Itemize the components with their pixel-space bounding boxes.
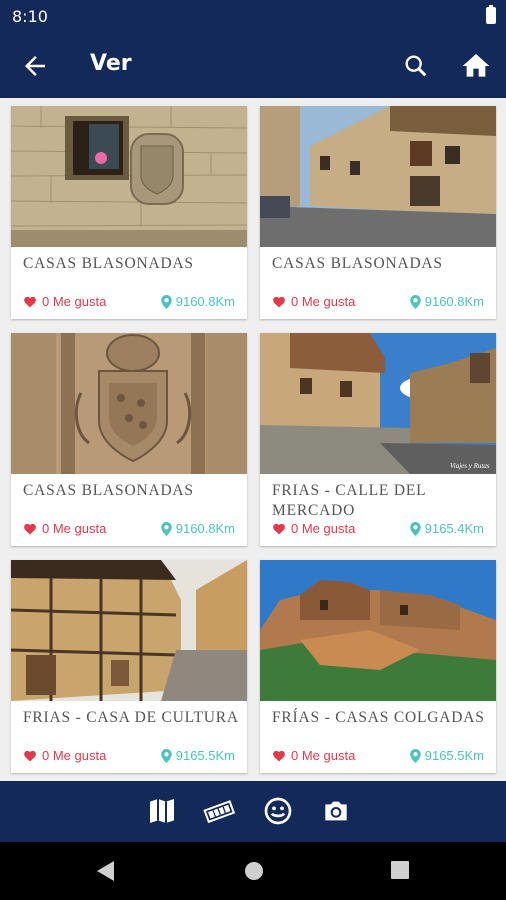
smiley-icon[interactable] bbox=[261, 795, 295, 827]
heart-icon bbox=[273, 750, 285, 762]
likes-count[interactable]: 0 Me gusta bbox=[23, 521, 106, 536]
likes-count[interactable]: 0 Me gusta bbox=[23, 748, 106, 763]
place-card[interactable]: Viajes y Rutas FRIAS - CALLE DEL MERCADO… bbox=[260, 333, 496, 546]
back-arrow-icon[interactable] bbox=[20, 51, 50, 81]
place-photo bbox=[11, 560, 247, 701]
nav-back-icon[interactable] bbox=[97, 861, 115, 881]
places-grid: CASAS BLASONADAS 0 Me gusta 9160.8Km CAS… bbox=[0, 98, 506, 781]
distance-label: 9160.8Km bbox=[424, 294, 484, 309]
place-title: FRÍAS - CASAS COLGADAS bbox=[272, 709, 485, 726]
system-nav-bar bbox=[0, 842, 506, 900]
place-title: FRIAS - CASA DE CULTURA bbox=[23, 709, 239, 726]
place-card[interactable]: CASAS BLASONADAS 0 Me gusta 9160.8Km bbox=[11, 333, 247, 546]
distance-label: 9160.8Km bbox=[175, 521, 235, 536]
place-photo bbox=[11, 333, 247, 474]
likes-label: 0 Me gusta bbox=[291, 294, 356, 309]
likes-count[interactable]: 0 Me gusta bbox=[272, 748, 355, 763]
location-pin-icon bbox=[409, 294, 421, 309]
distance: 9165.5Km bbox=[409, 748, 484, 763]
place-title: CASAS BLASONADAS bbox=[272, 255, 443, 272]
status-time: 8:10 bbox=[12, 7, 48, 26]
place-card[interactable]: FRÍAS - CASAS COLGADAS 0 Me gusta 9165.5… bbox=[260, 560, 496, 773]
nav-home-icon[interactable] bbox=[244, 861, 264, 881]
distance-label: 9165.4Km bbox=[424, 521, 484, 536]
map-icon[interactable] bbox=[145, 795, 179, 827]
photo-caption: Viajes y Rutas bbox=[450, 462, 490, 470]
place-title: CASAS BLASONADAS bbox=[23, 255, 194, 272]
bottom-toolbar bbox=[0, 781, 506, 842]
distance: 9160.8Km bbox=[409, 294, 484, 309]
search-icon[interactable] bbox=[402, 52, 430, 80]
ticket-icon[interactable] bbox=[202, 795, 236, 827]
home-icon[interactable] bbox=[460, 50, 492, 82]
location-pin-icon bbox=[160, 748, 172, 763]
location-pin-icon bbox=[409, 748, 421, 763]
distance: 9165.4Km bbox=[409, 521, 484, 536]
heart-icon bbox=[24, 523, 36, 535]
nav-recents-icon[interactable] bbox=[391, 861, 409, 879]
location-pin-icon bbox=[160, 521, 172, 536]
place-photo bbox=[260, 106, 496, 247]
location-pin-icon bbox=[409, 521, 421, 536]
location-pin-icon bbox=[160, 294, 172, 309]
likes-label: 0 Me gusta bbox=[42, 294, 107, 309]
place-title: FRIAS - CALLE DEL MERCADO bbox=[272, 482, 426, 519]
likes-label: 0 Me gusta bbox=[42, 521, 107, 536]
place-photo bbox=[260, 560, 496, 701]
place-card[interactable]: FRIAS - CASA DE CULTURA 0 Me gusta 9165.… bbox=[11, 560, 247, 773]
likes-count[interactable]: 0 Me gusta bbox=[23, 294, 106, 309]
distance: 9160.8Km bbox=[160, 294, 235, 309]
likes-label: 0 Me gusta bbox=[291, 748, 356, 763]
battery-icon bbox=[486, 5, 496, 24]
likes-label: 0 Me gusta bbox=[291, 521, 356, 536]
distance-label: 9165.5Km bbox=[175, 748, 235, 763]
page-title: Ver bbox=[90, 51, 132, 76]
status-bar: 8:10 bbox=[0, 0, 506, 33]
heart-icon bbox=[24, 750, 36, 762]
place-card[interactable]: CASAS BLASONADAS 0 Me gusta 9160.8Km bbox=[260, 106, 496, 319]
app-bar: Ver bbox=[0, 33, 506, 98]
heart-icon bbox=[273, 296, 285, 308]
likes-label: 0 Me gusta bbox=[42, 748, 107, 763]
heart-icon bbox=[24, 296, 36, 308]
place-photo bbox=[11, 106, 247, 247]
place-photo: Viajes y Rutas bbox=[260, 333, 496, 474]
place-card[interactable]: CASAS BLASONADAS 0 Me gusta 9160.8Km bbox=[11, 106, 247, 319]
heart-icon bbox=[273, 523, 285, 535]
distance: 9165.5Km bbox=[160, 748, 235, 763]
distance-label: 9160.8Km bbox=[175, 294, 235, 309]
likes-count[interactable]: 0 Me gusta bbox=[272, 521, 355, 536]
place-title: CASAS BLASONADAS bbox=[23, 482, 194, 499]
distance-label: 9165.5Km bbox=[424, 748, 484, 763]
camera-icon[interactable] bbox=[319, 795, 353, 827]
distance: 9160.8Km bbox=[160, 521, 235, 536]
likes-count[interactable]: 0 Me gusta bbox=[272, 294, 355, 309]
